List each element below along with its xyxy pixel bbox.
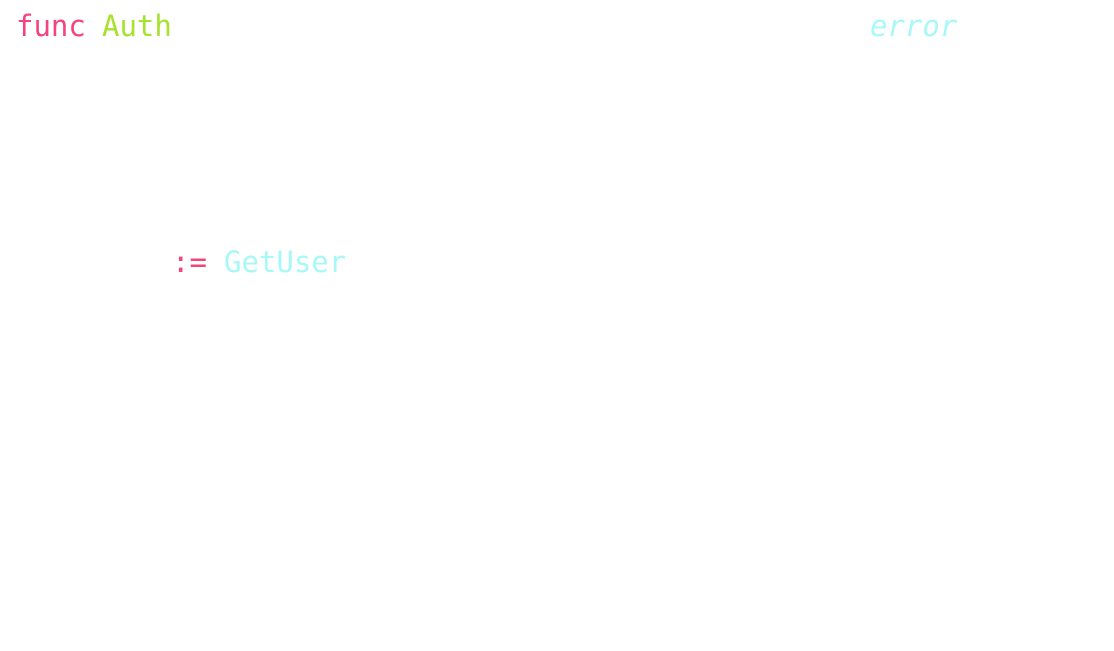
code-editor[interactable]: func Auth error := GetUser (0, 0, 1114, 651)
getuser-call: GetUser (224, 245, 347, 279)
function-name-auth: Auth (102, 9, 172, 43)
func-keyword: func (16, 9, 86, 43)
assign-operator: := (172, 245, 207, 279)
return-type-error: error (870, 9, 958, 43)
